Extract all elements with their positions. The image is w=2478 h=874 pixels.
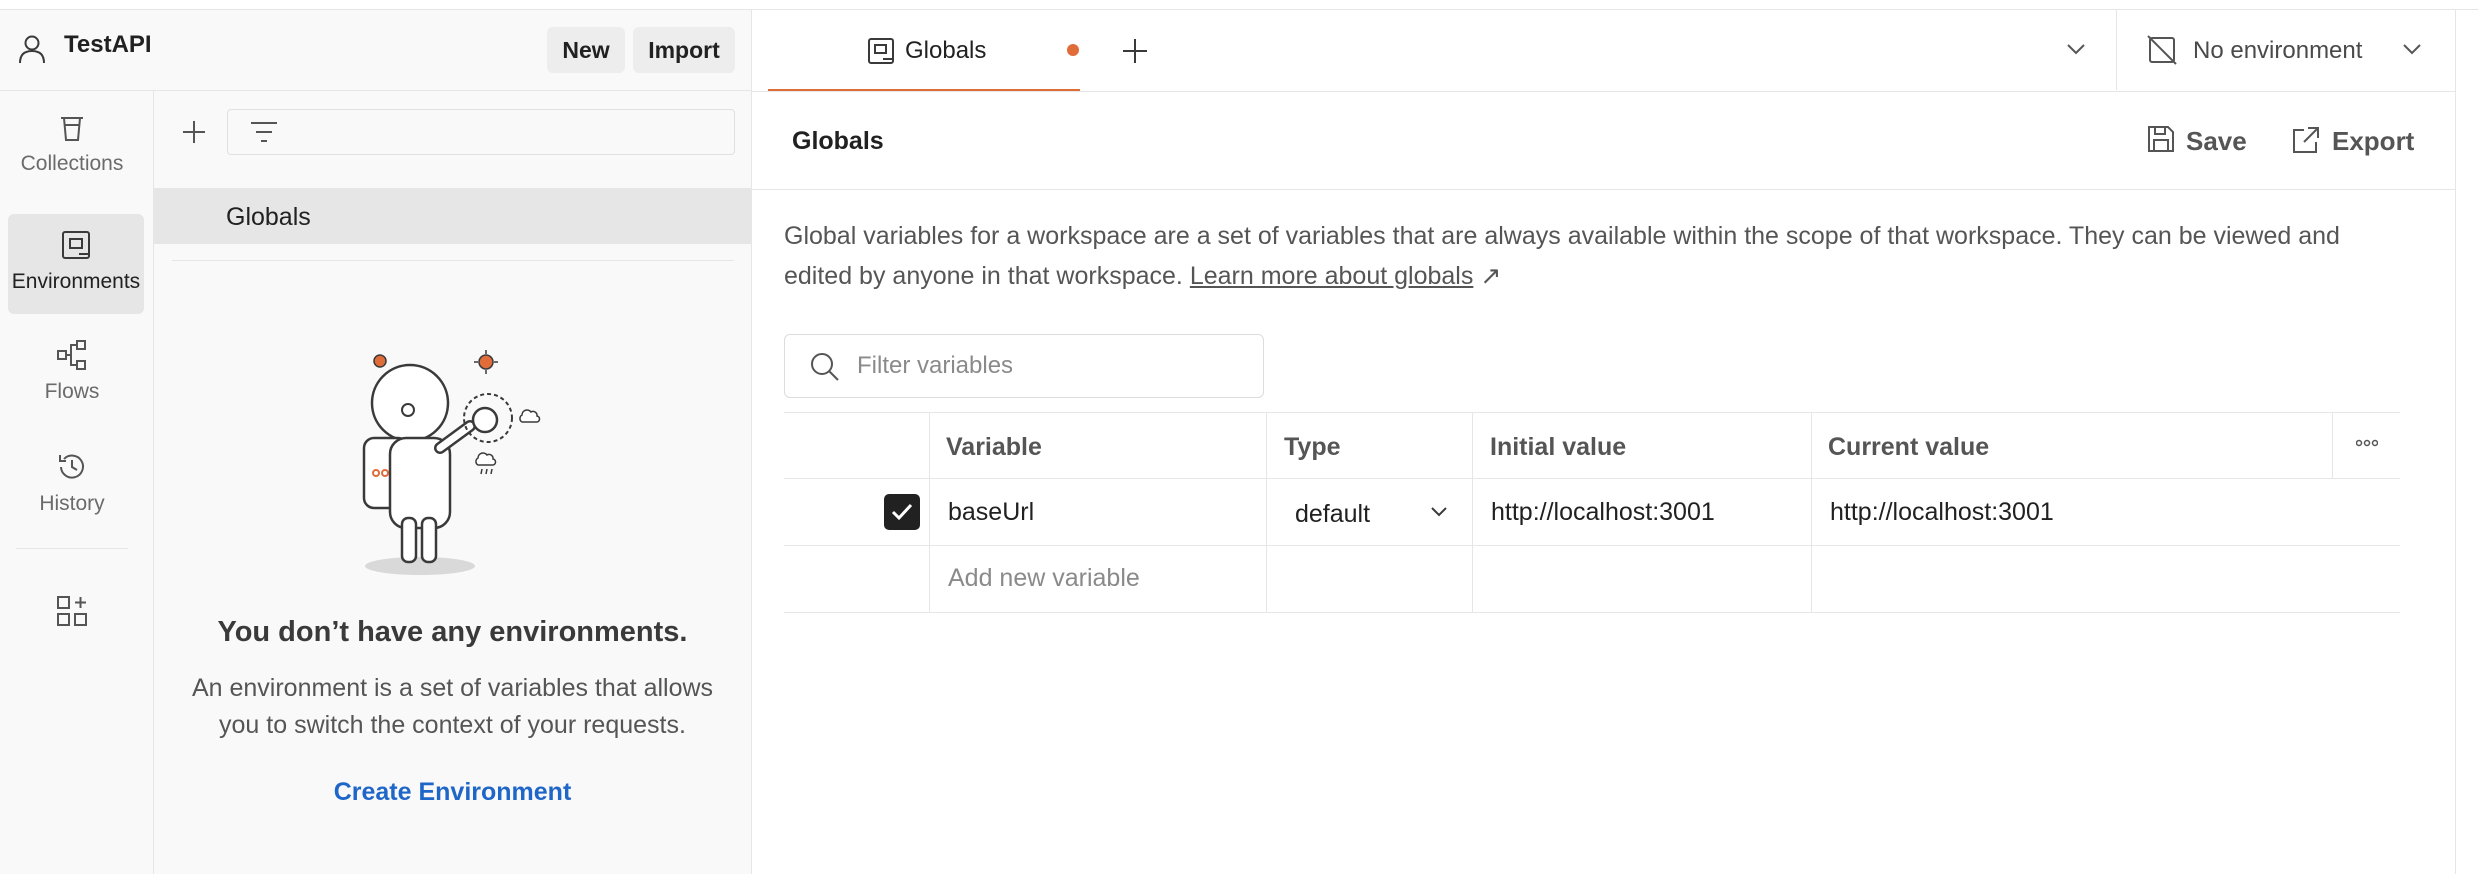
table-border: [784, 612, 2400, 613]
export-icon[interactable]: [2290, 124, 2322, 156]
import-button[interactable]: Import: [633, 27, 735, 73]
learn-more-link[interactable]: Learn more about globals: [1190, 262, 1474, 290]
empty-state-description: An environment is a set of variables tha…: [191, 674, 714, 739]
divider: [2116, 10, 2117, 90]
table-border: [784, 545, 2400, 546]
globals-description: Global variables for a workspace are a s…: [784, 216, 2404, 296]
variable-enabled-checkbox[interactable]: [884, 494, 920, 530]
chevron-down-icon[interactable]: [2066, 42, 2086, 56]
nav-item-label: Collections: [20, 152, 124, 175]
environments-icon: [59, 228, 93, 262]
empty-state-title: You don’t have any environments.: [217, 616, 688, 648]
column-header-variable: Variable: [946, 433, 1042, 461]
history-icon: [55, 450, 89, 484]
flows-icon: [55, 338, 89, 372]
variable-type-select[interactable]: default: [1295, 500, 1370, 529]
tab-label[interactable]: Globals: [905, 37, 986, 65]
page-title: Globals: [792, 127, 884, 155]
add-environment-icon[interactable]: [180, 118, 208, 146]
divider: [752, 91, 2455, 92]
divider: [172, 260, 734, 261]
unsaved-changes-dot: [1067, 44, 1079, 56]
astronaut-illustration: [350, 348, 560, 578]
search-icon: [809, 351, 841, 383]
user-icon[interactable]: [16, 33, 48, 65]
divider: [752, 189, 2455, 190]
window-top-strip: [0, 0, 2478, 10]
add-new-variable-input[interactable]: Add new variable: [948, 564, 1140, 593]
environments-icon: [866, 36, 896, 66]
table-border: [784, 478, 2400, 479]
description-text: Global variables for a workspace are a s…: [784, 222, 2340, 290]
no-environment-icon: [2146, 34, 2178, 66]
table-border: [1811, 412, 1812, 612]
filter-input-field[interactable]: [857, 347, 1247, 385]
nav-item-environments[interactable]: Environments: [8, 214, 144, 314]
nav-item-label: Environments: [11, 270, 141, 293]
save-button[interactable]: Save: [2186, 126, 2247, 157]
filter-icon[interactable]: [249, 120, 279, 144]
table-border: [2332, 412, 2333, 478]
sidebar-search-input[interactable]: [227, 109, 735, 155]
save-icon[interactable]: [2146, 124, 2176, 154]
export-button[interactable]: Export: [2332, 126, 2414, 157]
chevron-down-icon[interactable]: [1430, 506, 1448, 518]
table-border: [1266, 412, 1267, 612]
environment-selector[interactable]: No environment: [2193, 37, 2362, 65]
nav-item-label: Flows: [44, 380, 100, 403]
more-options-icon[interactable]: [2356, 438, 2378, 448]
divider: [2455, 10, 2456, 874]
table-border: [784, 412, 2400, 413]
variable-name-cell[interactable]: baseUrl: [948, 498, 1034, 527]
table-border: [1472, 412, 1473, 612]
divider: [16, 548, 128, 549]
column-header-type: Type: [1284, 433, 1341, 461]
add-apps-icon[interactable]: [55, 594, 89, 628]
create-environment-link[interactable]: Create Environment: [154, 778, 751, 807]
sidebar-item-label: Globals: [226, 203, 311, 231]
nav-item-label: History: [39, 492, 105, 515]
trash-can-collections-icon: [56, 112, 88, 144]
nav-item-collections[interactable]: Collections: [0, 112, 144, 188]
nav-item-flows[interactable]: Flows: [0, 338, 144, 414]
column-header-current-value: Current value: [1828, 433, 1990, 461]
nav-item-history[interactable]: History: [0, 450, 144, 526]
sidebar-item-globals[interactable]: Globals: [154, 188, 751, 244]
checkmark-icon: [891, 503, 913, 521]
current-value-cell[interactable]: http://localhost:3001: [1830, 498, 2054, 527]
initial-value-cell[interactable]: http://localhost:3001: [1491, 498, 1715, 527]
external-link-icon: ↗: [1480, 262, 1502, 290]
divider: [751, 10, 752, 874]
new-tab-icon[interactable]: [1121, 37, 1149, 65]
table-border: [929, 412, 930, 612]
filter-variables-input[interactable]: [784, 334, 1264, 398]
new-button[interactable]: New: [547, 27, 625, 73]
chevron-down-icon[interactable]: [2402, 42, 2422, 56]
column-header-initial-value: Initial value: [1490, 433, 1627, 461]
workspace-name[interactable]: TestAPI: [64, 31, 152, 59]
